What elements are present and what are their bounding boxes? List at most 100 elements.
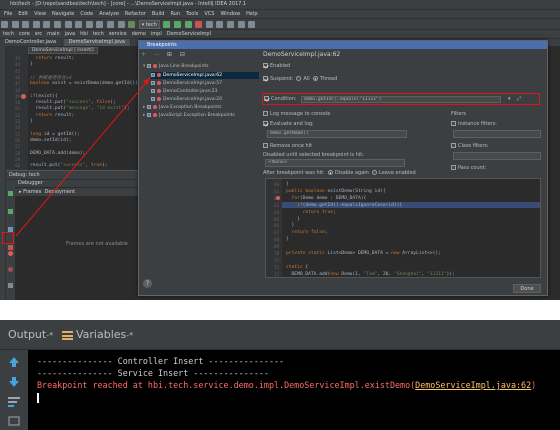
suspend-thread-radio[interactable]: [312, 76, 318, 81]
disabled-until-select[interactable]: <None>: [265, 159, 405, 167]
find-icon[interactable]: [85, 21, 93, 28]
instance-filters-checkbox[interactable]: [451, 121, 456, 126]
settings-icon[interactable]: [216, 21, 224, 28]
copy-icon[interactable]: [64, 21, 72, 28]
structure-icon[interactable]: [226, 21, 234, 28]
log-hit-checkbox[interactable]: [263, 111, 268, 116]
breadcrumb-item[interactable]: java: [65, 31, 75, 37]
resume-icon[interactable]: [8, 209, 13, 214]
instance-filters-option[interactable]: Instance filters:: [451, 121, 497, 127]
menu-item-tools[interactable]: Tools: [186, 11, 198, 17]
paste-icon[interactable]: [75, 21, 83, 28]
breadcrumb-item[interactable]: hbi: [80, 31, 88, 37]
condition-history-dropdown[interactable]: ▾: [508, 96, 511, 102]
condition-checkbox[interactable]: [264, 96, 269, 101]
sync-icon[interactable]: [22, 21, 30, 28]
breadcrumb-item[interactable]: tech: [93, 31, 104, 37]
threads-dropdown[interactable]: Deployment: [44, 189, 75, 195]
breakpoint-group[interactable]: ▸ Java Exception Breakpoints: [143, 104, 259, 111]
sdk-icon[interactable]: [237, 21, 245, 28]
run-config-select[interactable]: ▾ tech: [138, 20, 160, 29]
tab-output[interactable]: Output-*: [8, 326, 53, 344]
enabled-checkbox[interactable]: [263, 63, 268, 68]
breakpoint-checkbox[interactable]: [147, 63, 151, 68]
leave-enabled-radio[interactable]: [372, 170, 378, 175]
help-icon[interactable]: ?: [143, 279, 152, 288]
vcs-icon[interactable]: [205, 21, 213, 28]
condition-option[interactable]: Condition:: [264, 96, 297, 102]
editor-gutter[interactable]: 43 44 45 46 47 48 49 50 51 52 53 54 55 56 57 58 59 60: [6, 46, 28, 170]
debug-session-tab[interactable]: tech: [29, 172, 40, 178]
forward-icon[interactable]: [117, 21, 125, 28]
menu-item-run[interactable]: Run: [170, 11, 180, 17]
breadcrumb-item[interactable]: core: [19, 31, 30, 37]
remove-once-checkbox[interactable]: [263, 143, 268, 148]
help-icon[interactable]: [248, 21, 256, 28]
stop-icon[interactable]: [8, 245, 13, 250]
breakpoint-marker[interactable]: [21, 93, 26, 99]
clear-console-icon[interactable]: [8, 416, 20, 426]
coverage-icon[interactable]: [184, 21, 192, 28]
pass-count-checkbox[interactable]: [451, 165, 456, 170]
log-eval-input[interactable]: demo.getName(): [267, 130, 407, 138]
menu-item-refactor[interactable]: Refactor: [125, 11, 146, 17]
add-breakpoint-button[interactable]: +: [141, 51, 146, 58]
build-icon[interactable]: [128, 21, 136, 28]
menu-item-navigate[interactable]: Navigate: [52, 11, 74, 17]
breadcrumb-item[interactable]: main: [47, 31, 60, 37]
expand-all-button[interactable]: ⊞: [167, 51, 172, 58]
breakpoint-group[interactable]: ▸ JavaScript Exception Breakpoints: [143, 112, 259, 119]
breakpoint-item[interactable]: DemoServiceImpl.java:20: [151, 96, 259, 103]
breakpoint-item[interactable]: DemoServiceImpl.java:62: [151, 72, 259, 79]
collapse-all-button[interactable]: ⊟: [180, 51, 185, 58]
breakpoint-group[interactable]: ▾ Java Line Breakpoints: [143, 63, 259, 70]
console-output[interactable]: --------------- Controller Insert ------…: [28, 350, 560, 430]
menu-item-help[interactable]: Help: [246, 11, 257, 17]
class-filters-input[interactable]: [453, 152, 541, 160]
breadcrumb-item[interactable]: service: [109, 31, 127, 37]
breakpoint-checkbox[interactable]: [147, 112, 151, 117]
replace-icon[interactable]: [96, 21, 104, 28]
suspend-all-radio[interactable]: [296, 76, 302, 81]
view-breakpoints-icon[interactable]: [8, 251, 13, 256]
run-icon[interactable]: [163, 21, 171, 28]
log-hit-option[interactable]: Log message to console: [263, 111, 330, 117]
breadcrumb-item[interactable]: src: [35, 31, 42, 37]
open-icon[interactable]: [1, 21, 8, 28]
settings-icon[interactable]: [8, 283, 13, 288]
class-filters-option[interactable]: Class filters:: [451, 143, 489, 149]
breakpoint-item[interactable]: DemoController.java:23: [151, 88, 259, 95]
stop-icon[interactable]: [195, 21, 203, 28]
menu-item-window[interactable]: Window: [220, 11, 240, 17]
tab-variables[interactable]: Variables-*: [62, 326, 133, 344]
log-eval-checkbox[interactable]: [263, 121, 268, 126]
done-button[interactable]: Done: [513, 284, 541, 293]
condition-input[interactable]: demo.getId().equals("11111"): [301, 96, 501, 103]
debug-icon[interactable]: [173, 21, 181, 28]
breadcrumb-item[interactable]: tech: [3, 31, 14, 37]
console-input-line[interactable]: [37, 391, 551, 403]
redo-icon[interactable]: [43, 21, 51, 28]
remove-once-option[interactable]: Remove once hit: [263, 143, 312, 149]
source-link[interactable]: DemoServiceImpl.java:62: [415, 380, 531, 390]
breakpoint-checkbox[interactable]: [151, 80, 155, 85]
rerun-icon[interactable]: [8, 191, 13, 196]
suspend-option[interactable]: Suspend: All Thread: [263, 76, 337, 82]
remove-breakpoint-button[interactable]: −: [154, 51, 159, 58]
menu-item-file[interactable]: File: [4, 11, 12, 17]
breadcrumb-item[interactable]: impl: [151, 31, 162, 37]
breadcrumb-item[interactable]: demo: [132, 31, 146, 37]
breakpoint-checkbox[interactable]: [147, 104, 151, 109]
menu-item-code[interactable]: Code: [80, 11, 93, 17]
disable-again-radio[interactable]: [327, 170, 333, 175]
mute-breakpoints-icon[interactable]: [8, 267, 13, 272]
menu-item-edit[interactable]: Edit: [18, 11, 28, 17]
scroll-up-icon[interactable]: [8, 356, 20, 368]
menu-item-analyze[interactable]: Analyze: [99, 11, 119, 17]
menu-item-build[interactable]: Build: [152, 11, 165, 17]
cut-icon[interactable]: [53, 21, 61, 28]
menu-item-view[interactable]: View: [34, 11, 46, 17]
log-eval-option[interactable]: Evaluate and log:: [263, 121, 314, 127]
save-icon[interactable]: [11, 21, 19, 28]
back-icon[interactable]: [106, 21, 114, 28]
